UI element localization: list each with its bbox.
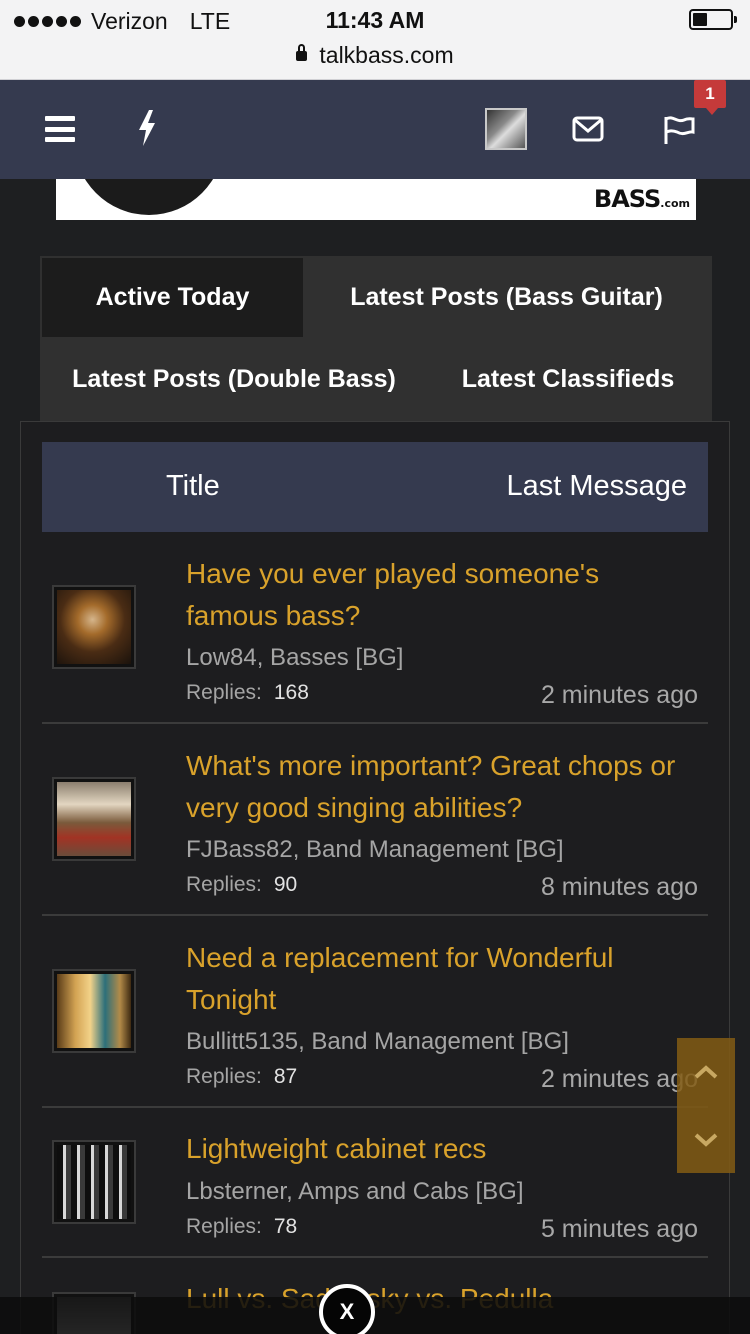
table-row: Lightweight cabinet recs Lbsterner, Amps… bbox=[42, 1108, 708, 1258]
scroll-to-bottom-button[interactable] bbox=[677, 1106, 735, 1173]
thread-title-link[interactable]: What's more important? Great chops or ve… bbox=[186, 745, 691, 829]
avatar[interactable] bbox=[52, 969, 136, 1053]
thread-meta[interactable]: Lbsterner, Amps and Cabs [BG] bbox=[186, 1178, 524, 1206]
table-row: What's more important? Great chops or ve… bbox=[42, 724, 708, 916]
tab-latest-posts-bass-guitar[interactable]: Latest Posts (Bass Guitar) bbox=[303, 258, 710, 337]
site-navbar: 1 bbox=[0, 80, 750, 179]
table-row: Have you ever played someone's famous ba… bbox=[42, 544, 708, 724]
ad-logo: BASS.com bbox=[593, 185, 690, 213]
alerts-flag-icon[interactable] bbox=[663, 114, 695, 144]
bottom-ad-bar bbox=[0, 1297, 750, 1334]
thread-title-link[interactable]: Have you ever played someone's famous ba… bbox=[186, 553, 691, 637]
user-avatar[interactable] bbox=[485, 108, 527, 150]
last-message-time[interactable]: 5 minutes ago bbox=[541, 1215, 698, 1244]
thread-title-link[interactable]: Need a replacement for Wonderful Tonight bbox=[186, 937, 691, 1021]
address-bar[interactable]: talkbass.com bbox=[0, 42, 750, 69]
avatar[interactable] bbox=[52, 777, 136, 861]
replies-count: Replies: 87 bbox=[186, 1065, 298, 1088]
last-message-time[interactable]: 8 minutes ago bbox=[541, 873, 698, 902]
thread-meta[interactable]: Bullitt5135, Band Management [BG] bbox=[186, 1028, 569, 1056]
avatar[interactable] bbox=[52, 1140, 136, 1224]
tab-latest-posts-double-bass[interactable]: Latest Posts (Double Bass) bbox=[42, 339, 426, 420]
last-message-time[interactable]: 2 minutes ago bbox=[541, 1065, 698, 1094]
column-header-title: Title bbox=[166, 470, 220, 502]
thread-meta[interactable]: FJBass82, Band Management [BG] bbox=[186, 836, 564, 864]
tab-active-today[interactable]: Active Today bbox=[42, 258, 303, 337]
column-header-last-message: Last Message bbox=[506, 470, 687, 502]
clock: 11:43 AM bbox=[325, 7, 425, 33]
avatar[interactable] bbox=[52, 585, 136, 669]
ad-banner[interactable]: BASS.com bbox=[56, 179, 696, 220]
replies-count: Replies: 90 bbox=[186, 873, 298, 896]
thread-table-header: Title Last Message bbox=[42, 442, 708, 532]
tab-latest-classifieds[interactable]: Latest Classifieds bbox=[426, 339, 710, 420]
mail-icon[interactable] bbox=[572, 116, 604, 142]
status-bar: Verizon LTE 11:43 AM talkbass.com bbox=[0, 0, 750, 80]
battery-icon bbox=[689, 9, 737, 30]
alert-count-badge[interactable]: 1 bbox=[694, 80, 726, 115]
lock-icon bbox=[296, 44, 308, 61]
chevron-down-icon bbox=[694, 1133, 718, 1147]
chevron-up-icon bbox=[694, 1064, 718, 1078]
tab-bar: Active Today Latest Posts (Bass Guitar) … bbox=[40, 256, 712, 422]
close-ad-button[interactable]: X bbox=[319, 1284, 375, 1334]
table-row: Need a replacement for Wonderful Tonight… bbox=[42, 916, 708, 1108]
url-text: talkbass.com bbox=[319, 42, 454, 68]
hamburger-menu-icon[interactable] bbox=[45, 116, 75, 142]
lightning-bolt-icon[interactable] bbox=[136, 110, 158, 146]
last-message-time[interactable]: 2 minutes ago bbox=[541, 681, 698, 710]
replies-count: Replies: 168 bbox=[186, 681, 309, 704]
replies-count: Replies: 78 bbox=[186, 1215, 298, 1238]
thread-meta[interactable]: Low84, Basses [BG] bbox=[186, 644, 403, 672]
ad-mug-image bbox=[74, 179, 224, 215]
scroll-to-top-button[interactable] bbox=[677, 1038, 735, 1105]
thread-title-link[interactable]: Lightweight cabinet recs bbox=[186, 1128, 691, 1170]
scroll-controls bbox=[677, 1038, 735, 1173]
